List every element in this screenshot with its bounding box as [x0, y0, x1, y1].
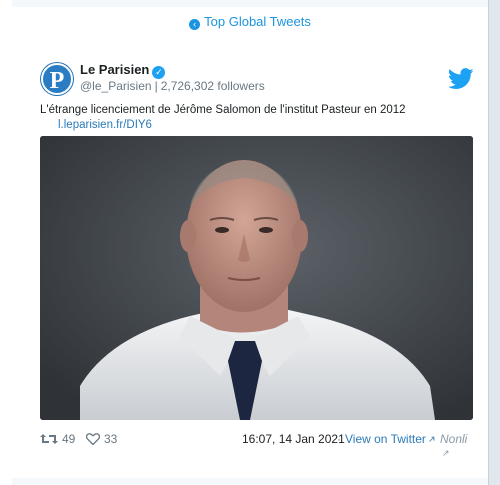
external-link-icon: ↗ — [442, 448, 450, 458]
tweet-link[interactable]: l.leparisien.fr/DIY6 — [58, 119, 152, 131]
user-name-label: Le Parisien — [80, 62, 150, 77]
scrollbar-track[interactable] — [489, 0, 500, 485]
user-meta-row: @le_Parisien | 2,726,302 followers — [80, 79, 265, 93]
circle-arrow-left-icon: ‹ — [189, 19, 201, 30]
nonli-link[interactable]: Nonli ↗ — [440, 432, 476, 460]
user-handle[interactable]: @le_Parisien — [80, 79, 152, 93]
twitter-bird-icon[interactable] — [448, 68, 474, 90]
frame-top-strip — [12, 0, 488, 7]
view-on-twitter-label: View on Twitter — [345, 432, 426, 446]
frame-left — [0, 0, 12, 485]
heart-icon — [86, 433, 100, 445]
handle-separator: | — [154, 79, 158, 93]
tweet-footer: 49 33 16:07, 14 Jan 2021 · View on Twitt… — [40, 432, 476, 458]
like-count: 33 — [104, 432, 118, 446]
retweet-icon — [40, 434, 58, 444]
nonli-label: Nonli — [440, 432, 468, 446]
view-on-twitter-link[interactable]: View on Twitter ↗ — [345, 432, 435, 446]
tweet-photo[interactable] — [40, 136, 473, 420]
avatar[interactable]: P — [40, 62, 74, 96]
verified-badge-icon: ✓ — [152, 66, 166, 79]
tweet-text: L'étrange licenciement de Jérôme Salomon… — [40, 104, 406, 116]
avatar-letter: P — [41, 63, 73, 95]
follower-count: 2,726,302 followers — [160, 79, 265, 93]
like-button[interactable]: 33 — [86, 432, 117, 446]
tweet-timestamp[interactable]: 16:07, 14 Jan 2021 — [242, 432, 345, 446]
retweet-button[interactable]: 49 — [40, 432, 75, 446]
frame-bottom — [12, 478, 488, 485]
user-name[interactable]: Le Parisien ✓ — [80, 62, 166, 79]
top-global-tweets-link[interactable]: ‹ Top Global Tweets — [0, 14, 500, 30]
retweet-count: 49 — [62, 432, 76, 446]
top-global-tweets-label: Top Global Tweets — [204, 14, 311, 29]
footer-separator: · — [432, 432, 436, 446]
footer-separator: · — [337, 432, 341, 446]
tweet-card: P Le Parisien ✓ @le_Parisien | 2,726,302 fo… — [24, 44, 488, 458]
